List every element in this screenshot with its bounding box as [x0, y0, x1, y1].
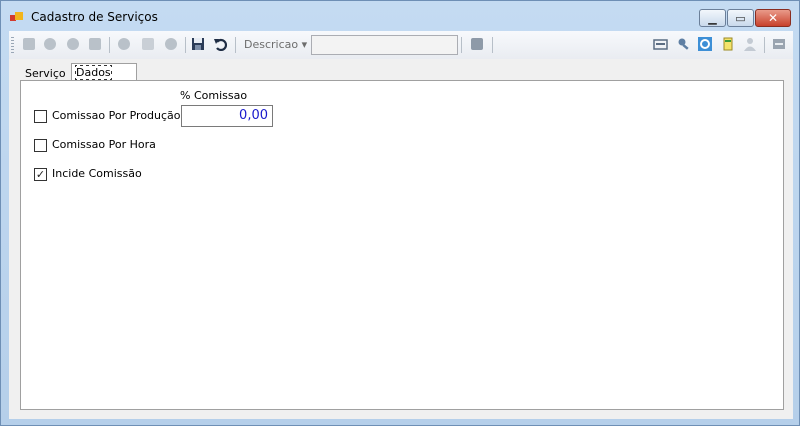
report-button[interactable]: [720, 36, 736, 52]
grid-search-icon: [471, 38, 483, 50]
delete-icon: [165, 38, 177, 50]
comissao-hora-checkbox[interactable]: [34, 139, 47, 152]
comissao-percent-label: % Comissao: [180, 89, 248, 102]
app-icon: [10, 12, 24, 24]
last-record-button[interactable]: [87, 36, 103, 52]
save-button[interactable]: [190, 36, 206, 52]
tab-panel: % Comissao 0,00 Comissao Por Produção Co…: [20, 80, 784, 410]
add-button[interactable]: [116, 36, 132, 52]
window-title: Cadastro de Serviços: [31, 10, 158, 24]
search-input[interactable]: [311, 35, 458, 55]
list-icon: [653, 39, 668, 50]
previous-record-button[interactable]: [42, 36, 58, 52]
first-record-button[interactable]: [21, 36, 37, 52]
key-icon: [678, 38, 689, 50]
search-button[interactable]: [469, 36, 485, 52]
close-icon: ✕: [767, 11, 779, 25]
edit-icon: [142, 38, 154, 50]
undo-button[interactable]: [212, 36, 228, 52]
first-icon: [23, 38, 35, 50]
incide-comissao-label: Incide Comissão: [52, 167, 142, 180]
toolbar-separator: [492, 37, 493, 53]
toolbar-separator: [185, 37, 186, 53]
maximize-button[interactable]: ▭: [727, 9, 754, 27]
user-button[interactable]: [742, 36, 758, 52]
comissao-producao-checkbox[interactable]: [34, 110, 47, 123]
toolbar-grip[interactable]: [11, 37, 14, 53]
toolbar-separator: [235, 37, 236, 53]
list-view-button[interactable]: [653, 36, 669, 52]
incide-comissao-checkbox[interactable]: ✓: [34, 168, 47, 181]
minimize-icon: ▁: [708, 11, 717, 25]
refresh-icon: [698, 37, 712, 51]
report-icon: [723, 37, 733, 51]
previous-icon: [44, 38, 56, 50]
save-icon: [192, 38, 204, 50]
title-bar[interactable]: Cadastro de Serviços ▁ ▭ ✕: [1, 1, 799, 31]
maximize-icon: ▭: [735, 11, 746, 25]
refresh-button[interactable]: [697, 36, 713, 52]
user-icon: [744, 38, 756, 51]
toolbar-separator: [461, 37, 462, 53]
next-icon: [67, 38, 79, 50]
next-record-button[interactable]: [65, 36, 81, 52]
toolbar-separator: [109, 37, 110, 53]
toolbar-separator: [764, 37, 765, 53]
exit-button[interactable]: [771, 36, 787, 52]
exit-icon: [773, 39, 785, 49]
minimize-button[interactable]: ▁: [699, 9, 726, 27]
edit-button[interactable]: [140, 36, 156, 52]
toolbar: Descricao ▾: [9, 31, 793, 59]
key-button[interactable]: [676, 36, 692, 52]
close-button[interactable]: ✕: [755, 9, 791, 27]
undo-icon: [214, 38, 227, 51]
comissao-percent-input[interactable]: 0,00: [181, 105, 273, 127]
window: Cadastro de Serviços ▁ ▭ ✕ Descricao ▾ S…: [0, 0, 800, 426]
comissao-hora-label: Comissao Por Hora: [52, 138, 156, 151]
client-area: Descricao ▾ Serviço Dados % Comissao 0,0…: [9, 31, 793, 419]
descricao-dropdown[interactable]: Descricao ▾: [244, 38, 307, 51]
add-icon: [118, 38, 130, 50]
comissao-producao-label: Comissao Por Produção: [52, 109, 181, 122]
last-icon: [89, 38, 101, 50]
delete-button[interactable]: [163, 36, 179, 52]
